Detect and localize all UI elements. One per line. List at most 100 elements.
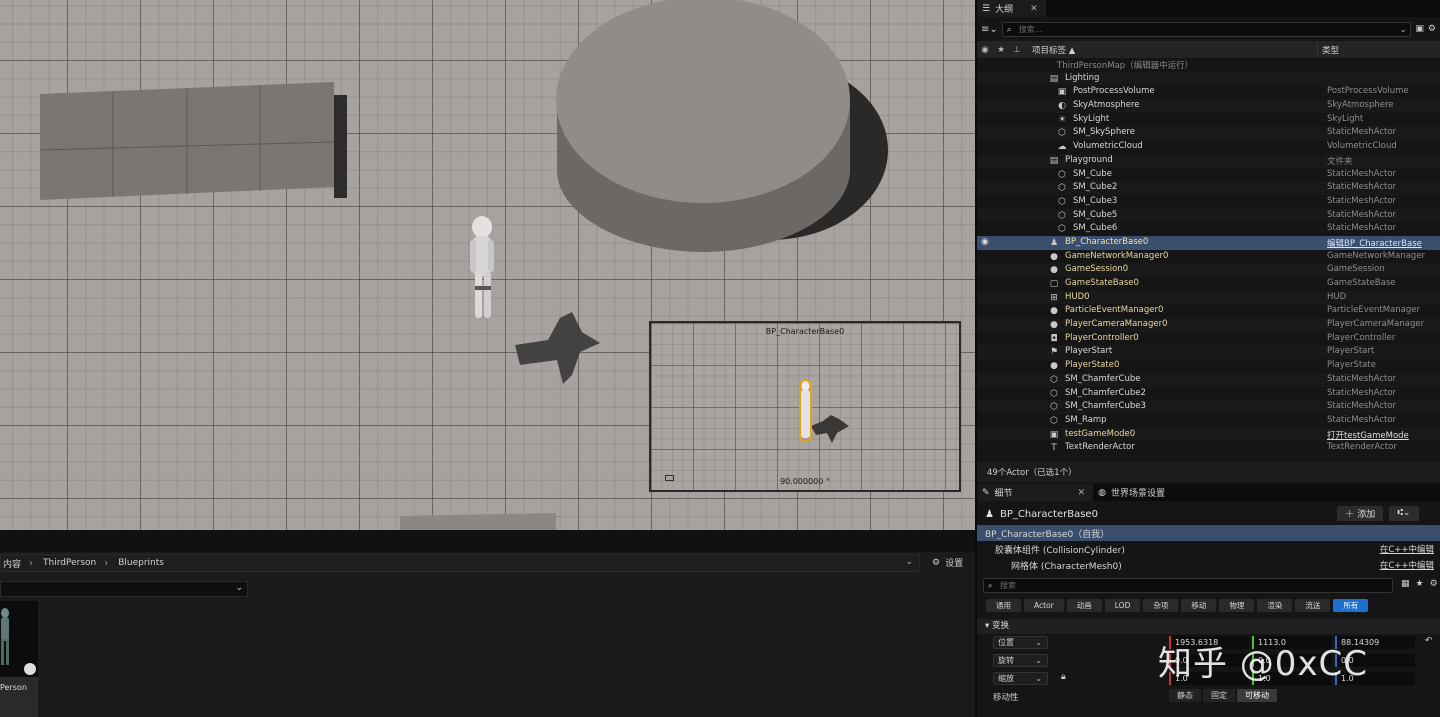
filter-dropdown[interactable]: ⌄ <box>0 581 248 597</box>
component-row[interactable]: 胶囊体组件 (CollisionCylinder) 在C++中编辑 <box>977 541 1440 557</box>
outliner-row-label: Lighting <box>1065 72 1100 83</box>
star-icon[interactable]: ★ <box>993 45 1009 55</box>
gear-icon[interactable]: ⚙ <box>1430 579 1438 589</box>
outliner-row[interactable]: ThirdPersonMap（编辑器中运行） <box>977 58 1440 72</box>
details-search-input[interactable]: ⌕ 搜索 <box>983 578 1393 593</box>
outliner-row-type: StaticMeshActor <box>1327 373 1397 384</box>
outliner-icon: ☰ <box>982 3 991 14</box>
outliner-row[interactable]: ● PlayerCameraManager0 PlayerCameraManager <box>977 318 1440 332</box>
mobility-option[interactable]: 固定 <box>1203 689 1235 702</box>
outliner-row[interactable]: ▣ testGameMode0 打开testGameMode <box>977 427 1440 442</box>
add-component-button[interactable]: + 添加 <box>1337 506 1384 521</box>
close-icon[interactable]: ✕ <box>1078 488 1086 498</box>
asset-tile[interactable]: Person <box>0 601 38 717</box>
tab-details[interactable]: ✎ 细节 ✕ <box>977 484 1094 501</box>
outliner-row[interactable]: T TextRenderActor TextRenderActor <box>977 441 1440 455</box>
outliner-row[interactable]: ⬡ SM_Cube StaticMeshActor <box>977 168 1440 182</box>
add-folder-icon[interactable]: ▣ <box>1415 24 1424 34</box>
outliner-search-input[interactable]: ⌕ 搜索... ⌄ <box>1001 21 1412 37</box>
outliner-row-type[interactable]: 打开testGameMode <box>1327 429 1409 441</box>
edit-in-cpp-link[interactable]: 在C++中编辑 <box>1380 559 1434 571</box>
filter-tab[interactable]: 流送 <box>1295 599 1331 612</box>
eye-icon[interactable]: ◉ <box>981 237 989 247</box>
filter-tab[interactable]: LOD <box>1104 599 1141 612</box>
outliner-row-label: VolumetricCloud <box>1073 141 1143 152</box>
property-name-dropdown[interactable]: 位置 ⌄ <box>993 636 1048 649</box>
tab-outliner[interactable]: ☰ 大纲 ✕ <box>977 0 1046 17</box>
wall-shadow <box>334 95 347 198</box>
outliner-row-type: StaticMeshActor <box>1327 223 1397 234</box>
outliner-row[interactable]: ⊞ HUD0 HUD <box>977 290 1440 305</box>
outliner-row[interactable]: ⬡ SM_Ramp StaticMeshActor <box>977 414 1440 428</box>
mobility-option[interactable]: 静态 <box>1169 689 1201 702</box>
outliner-row[interactable]: ● GameSession0 GameSession <box>977 263 1440 277</box>
outliner-row[interactable]: ● GameNetworkManager0 GameNetworkManager <box>977 250 1440 264</box>
column-divider[interactable] <box>1317 43 1318 56</box>
actor-name: BP_CharacterBase0 <box>999 508 1098 520</box>
gear-icon[interactable]: ⚙ <box>1428 24 1436 34</box>
outliner-row-type: 文件夹 <box>1327 156 1353 167</box>
mobility-option[interactable]: 可移动 <box>1237 689 1277 702</box>
outliner-row[interactable]: ▣ PostProcessVolume PostProcessVolume <box>977 85 1440 99</box>
outliner-row[interactable]: ● PlayerState0 PlayerState <box>977 359 1440 373</box>
outliner-row[interactable]: ⚑ PlayerStart PlayerStart <box>977 345 1440 360</box>
close-icon[interactable]: ✕ <box>1030 4 1038 14</box>
pencil-icon: ✎ <box>982 487 990 498</box>
inset-scene <box>799 380 849 443</box>
outliner-row[interactable]: ⬡ SM_ChamferCube3 StaticMeshActor <box>977 400 1440 414</box>
filter-tab[interactable]: 所有 <box>1333 599 1369 612</box>
component-row[interactable]: 网格体 (CharacterMesh0) 在C++中编辑 <box>977 557 1440 573</box>
component-row[interactable]: BP_CharacterBase0（自我） <box>977 525 1440 541</box>
outliner-row[interactable]: ◘ PlayerController0 PlayerController <box>977 332 1440 346</box>
filter-tab[interactable]: 移动 <box>1181 599 1217 612</box>
outliner-row[interactable]: ☀ SkyLight SkyLight <box>977 113 1440 127</box>
reset-icon[interactable]: ↶ <box>1425 636 1433 646</box>
grid-icon[interactable]: ▦ <box>1401 579 1410 589</box>
outliner-row[interactable]: ◉ ♟ BP_CharacterBase0 编辑BP_CharacterBase <box>977 235 1440 250</box>
filter-tab[interactable]: 通用 <box>986 599 1021 612</box>
outliner-panel: ☰ 大纲 ✕ ≡⌄ ⌕ 搜索... ⌄ ▣ ⚙ ◉ ★ ⊥ 项目标签 ▲ 类型 … <box>977 0 1440 482</box>
breadcrumb-item-thirdperson[interactable]: ThirdPerson <box>41 558 104 568</box>
content-browser: 内容 › ThirdPerson › Blueprints ⌄ ⚙ 设置 ⌄ P… <box>0 530 975 717</box>
eye-icon[interactable]: ◉ <box>977 45 993 55</box>
filter-tab[interactable]: 动画 <box>1066 599 1102 612</box>
chevron-down-icon[interactable]: ⌄ <box>1400 23 1407 36</box>
outliner-row[interactable]: ▤ Playground 文件夹 <box>977 153 1440 168</box>
lock-icon[interactable]: 🔒︎ <box>1061 672 1066 682</box>
blueprint-options-button[interactable]: ⑆⌄ <box>1389 506 1419 521</box>
outliner-row[interactable]: ⬡ SM_Cube3 StaticMeshActor <box>977 195 1440 209</box>
breadcrumb-item-content[interactable]: 内容 <box>1 557 29 570</box>
settings-button[interactable]: ⚙ 设置 <box>932 556 963 570</box>
outliner-row[interactable]: ▤ Lighting <box>977 71 1440 86</box>
outliner-row[interactable]: ◐ SkyAtmosphere SkyAtmosphere <box>977 99 1440 113</box>
filter-tab[interactable]: 杂项 <box>1143 599 1179 612</box>
transform-section-header[interactable]: ▾ 变换 <box>977 619 1440 634</box>
outliner-row[interactable]: ⬡ SM_Cube6 StaticMeshActor <box>977 222 1440 236</box>
outliner-row[interactable]: ▢ GameStateBase0 GameStateBase <box>977 277 1440 291</box>
filter-tab[interactable]: Actor <box>1024 599 1064 612</box>
outliner-row[interactable]: ⬡ SM_Cube5 StaticMeshActor <box>977 208 1440 223</box>
outliner-row[interactable]: ☁ VolumetricCloud VolumetricCloud <box>977 140 1440 154</box>
filter-tab[interactable]: 渲染 <box>1257 599 1293 612</box>
outliner-row[interactable]: ⬡ SM_Cube2 StaticMeshActor <box>977 181 1440 195</box>
content-browser-toolbar <box>0 530 975 552</box>
edit-in-cpp-link[interactable]: 在C++中编辑 <box>1380 543 1434 555</box>
pin-icon[interactable]: ⊥ <box>1009 45 1025 55</box>
outliner-row[interactable]: ⬡ SM_ChamferCube StaticMeshActor <box>977 372 1440 387</box>
outliner-row-label: SM_Ramp <box>1065 414 1107 425</box>
column-label-header[interactable]: 项目标签 ▲ <box>1032 44 1075 56</box>
outliner-row-type[interactable]: 编辑BP_CharacterBase <box>1327 237 1422 249</box>
outliner-row[interactable]: ⬡ SM_SkySphere StaticMeshActor <box>977 126 1440 141</box>
filter-tab[interactable]: 物理 <box>1219 599 1255 612</box>
breadcrumb-item-blueprints[interactable]: Blueprints <box>116 558 172 568</box>
tab-world-settings[interactable]: ◍ 世界场景设置 <box>1093 484 1173 501</box>
filter-icon[interactable]: ≡⌄ <box>981 24 998 35</box>
star-icon[interactable]: ★ <box>1416 579 1424 589</box>
property-name-dropdown[interactable]: 缩放 ⌄ <box>993 672 1048 685</box>
outliner-row[interactable]: ⬡ SM_ChamferCube2 StaticMeshActor <box>977 387 1440 401</box>
chevron-down-icon[interactable]: ⌄ <box>905 557 913 567</box>
property-name-dropdown[interactable]: 旋转 ⌄ <box>993 654 1048 667</box>
level-viewport[interactable]: BP_CharacterBase0 90.000000 ° <box>0 0 975 530</box>
column-type-header[interactable]: 类型 <box>1322 44 1339 56</box>
outliner-row[interactable]: ● ParticleEventManager0 ParticleEventManag… <box>977 304 1440 318</box>
